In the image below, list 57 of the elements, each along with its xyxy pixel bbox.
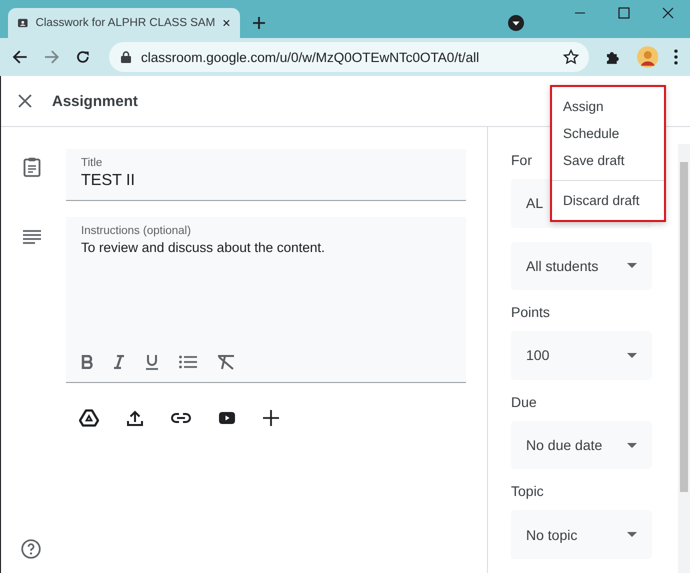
dropdown[interactable]: 100 — [511, 331, 652, 380]
avatar-icon[interactable] — [636, 46, 658, 68]
add-icon[interactable] — [263, 410, 279, 426]
page-title: Assignment — [52, 92, 138, 110]
caret-icon — [627, 532, 637, 538]
drive-icon[interactable] — [79, 409, 99, 427]
field-label: Instructions (optional) — [81, 225, 192, 237]
link-icon[interactable] — [171, 413, 191, 423]
caret-icon — [627, 442, 637, 448]
caret-icon — [627, 263, 637, 268]
field-value: To review and discuss about the content. — [81, 240, 326, 255]
back-icon[interactable] — [12, 49, 28, 65]
more-vertical-icon[interactable] — [674, 49, 678, 65]
upload-icon[interactable] — [127, 410, 143, 426]
address-bar[interactable]: classroom.google.com/u/0/w/MzQ0OTEwNTc0OTA0/t/all — [108, 42, 589, 72]
youtube-icon[interactable] — [219, 412, 235, 424]
lock-icon — [120, 51, 131, 63]
url-text: classroom.google.com/u/0/w/MzQ0OTEwNTc0OTA0/t/all — [140, 50, 480, 64]
field-value: TEST II — [81, 172, 136, 190]
dropdown[interactable]: All students — [511, 242, 652, 290]
title-field[interactable]: Title TEST II — [66, 149, 466, 201]
puzzle-icon[interactable] — [604, 49, 621, 65]
bold-icon[interactable] — [81, 355, 93, 369]
menu-item[interactable]: Discard draft — [552, 180, 664, 214]
menu-item[interactable]: Assign — [552, 93, 664, 120]
text-lines-icon — [23, 230, 41, 244]
section-label: Due — [511, 394, 537, 410]
dropdown[interactable]: No due date — [511, 420, 652, 470]
section-label: Points — [511, 304, 550, 320]
italic-icon[interactable] — [113, 355, 125, 369]
clear-formatting-icon[interactable] — [217, 354, 235, 370]
new-tab-icon[interactable] — [252, 16, 266, 30]
field-label: Title — [81, 157, 104, 169]
close-icon[interactable] — [223, 18, 230, 28]
scrollbar[interactable] — [678, 144, 690, 573]
close-icon[interactable] — [18, 94, 32, 108]
instructions-field[interactable]: Instructions (optional) To review and discuss about the content. — [66, 217, 466, 383]
tab-title: Classwork for ALPHR CLASS SAM — [36, 17, 216, 29]
reload-icon[interactable] — [75, 49, 91, 65]
caret-icon — [627, 352, 637, 358]
underline-icon[interactable] — [145, 354, 159, 370]
close-icon[interactable] — [662, 7, 674, 19]
menu-item[interactable]: Save draft — [552, 147, 664, 174]
section-label: For — [511, 152, 532, 168]
dropdown-circle-icon[interactable] — [508, 15, 524, 31]
maximize-icon[interactable] — [618, 7, 630, 19]
star-icon[interactable] — [562, 49, 579, 65]
help-icon[interactable] — [21, 539, 41, 559]
scrollbar-thumb[interactable] — [680, 162, 688, 492]
section-label: Topic — [511, 483, 544, 500]
forward-icon[interactable] — [44, 49, 60, 65]
menu-item[interactable]: Schedule — [552, 120, 664, 147]
dropdown[interactable]: No topic — [511, 510, 652, 559]
browser-tab[interactable]: Classwork for ALPHR CLASS SAM — [8, 8, 240, 38]
clipboard-icon — [23, 157, 41, 177]
classroom-icon — [18, 16, 28, 30]
bulleted-list-icon[interactable] — [179, 355, 197, 369]
